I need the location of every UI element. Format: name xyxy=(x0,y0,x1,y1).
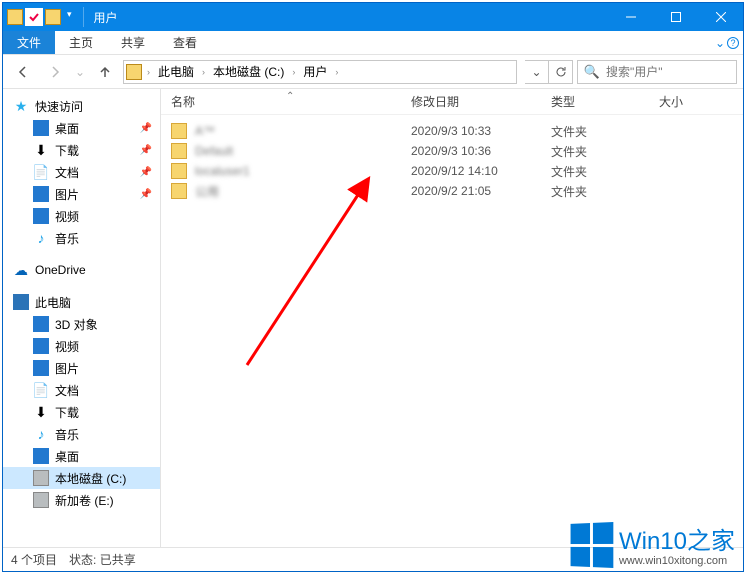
sidebar-item-documents[interactable]: 📄文档 xyxy=(3,379,160,401)
crumb-thispc[interactable]: 此电脑 xyxy=(155,63,197,80)
col-date[interactable]: 修改日期 xyxy=(411,93,551,110)
list-item[interactable]: localuser12020/9/12 14:10文件夹 xyxy=(161,161,743,181)
qa-selected-icon[interactable] xyxy=(26,9,42,25)
sidebar-this-pc[interactable]: 此电脑 xyxy=(3,291,160,313)
sidebar-item-desktop[interactable]: 桌面 xyxy=(3,445,160,467)
title-bar: ▾ 用户 xyxy=(3,3,743,31)
address-dropdown[interactable]: ⌄ xyxy=(525,60,549,84)
sidebar-item-pictures[interactable]: 图片 xyxy=(3,357,160,379)
back-button[interactable] xyxy=(9,59,37,85)
pin-icon: 📌 xyxy=(140,189,152,200)
tab-view[interactable]: 查看 xyxy=(159,31,211,54)
document-icon: 📄 xyxy=(33,164,49,180)
crumb-users[interactable]: 用户 xyxy=(300,63,330,80)
sidebar-item-downloads[interactable]: ⬇下载📌 xyxy=(3,139,160,161)
column-headers: 名称 修改日期 类型 大小 xyxy=(161,89,743,115)
folder-icon xyxy=(126,64,142,80)
sidebar-item-3d[interactable]: 3D 对象 xyxy=(3,313,160,335)
sort-indicator-icon: ⌃ xyxy=(286,91,294,102)
refresh-button[interactable] xyxy=(549,60,573,84)
windows-logo-icon xyxy=(571,522,614,568)
3d-icon xyxy=(33,316,49,332)
folder-icon xyxy=(7,9,23,25)
sidebar-quick-access[interactable]: ★快速访问 xyxy=(3,95,160,117)
watermark-url: www.win10xitong.com xyxy=(619,555,727,567)
picture-icon xyxy=(33,360,49,376)
close-button[interactable] xyxy=(698,3,743,31)
help-dropdown[interactable]: ⌄ ? xyxy=(711,31,743,54)
drive-icon xyxy=(33,470,49,486)
tab-home[interactable]: 主页 xyxy=(55,31,107,54)
file-list[interactable]: ⌃ 名称 修改日期 类型 大小 A™2020/9/3 10:33文件夹 Defa… xyxy=(161,89,743,547)
maximize-button[interactable] xyxy=(653,3,698,31)
address-bar[interactable]: › 此电脑 › 本地磁盘 (C:) › 用户 › xyxy=(123,60,517,84)
chevron-right-icon[interactable]: › xyxy=(199,67,208,77)
desktop-icon xyxy=(33,448,49,464)
folder-icon xyxy=(171,183,187,199)
sidebar-item-music[interactable]: ♪音乐 xyxy=(3,227,160,249)
sidebar-item-drive-e[interactable]: 新加卷 (E:) xyxy=(3,489,160,511)
up-button[interactable] xyxy=(91,59,119,85)
navigation-pane[interactable]: ★快速访问 桌面📌 ⬇下载📌 📄文档📌 图片📌 视频 ♪音乐 ☁OneDrive… xyxy=(3,89,161,547)
list-item[interactable]: 公用2020/9/2 21:05文件夹 xyxy=(161,181,743,201)
watermark: Win10之家 www.win10xitong.com xyxy=(569,523,735,567)
monitor-icon xyxy=(13,294,29,310)
chevron-down-icon[interactable]: ▾ xyxy=(64,9,75,25)
pin-icon: 📌 xyxy=(140,123,152,134)
download-icon: ⬇ xyxy=(33,404,49,420)
search-placeholder: 搜索"用户" xyxy=(606,63,663,80)
minimize-button[interactable] xyxy=(608,3,653,31)
forward-button[interactable] xyxy=(41,59,69,85)
sidebar-item-pictures[interactable]: 图片📌 xyxy=(3,183,160,205)
chevron-right-icon[interactable]: › xyxy=(332,67,341,77)
tab-share[interactable]: 共享 xyxy=(107,31,159,54)
watermark-brand: Win10之家 xyxy=(619,529,735,555)
drive-icon xyxy=(33,492,49,508)
document-icon: 📄 xyxy=(33,382,49,398)
chevron-right-icon[interactable]: › xyxy=(144,67,153,77)
chevron-right-icon[interactable]: › xyxy=(289,67,298,77)
ribbon-tabs: 文件 主页 共享 查看 ⌄ ? xyxy=(3,31,743,55)
video-icon xyxy=(33,338,49,354)
music-icon: ♪ xyxy=(33,426,49,442)
download-icon: ⬇ xyxy=(33,142,49,158)
folder-icon xyxy=(171,163,187,179)
star-icon: ★ xyxy=(13,98,29,114)
picture-icon xyxy=(33,186,49,202)
pin-icon: 📌 xyxy=(140,167,152,178)
crumb-drive[interactable]: 本地磁盘 (C:) xyxy=(210,63,287,80)
status-state: 状态: 已共享 xyxy=(69,551,136,568)
col-type[interactable]: 类型 xyxy=(551,93,659,110)
tab-file[interactable]: 文件 xyxy=(3,31,55,54)
recent-dropdown[interactable]: ⌄ xyxy=(73,59,87,85)
cloud-icon: ☁ xyxy=(13,262,29,278)
sidebar-item-music[interactable]: ♪音乐 xyxy=(3,423,160,445)
sidebar-item-desktop[interactable]: 桌面📌 xyxy=(3,117,160,139)
nav-bar: ⌄ › 此电脑 › 本地磁盘 (C:) › 用户 › ⌄ 🔍 搜索"用户" xyxy=(3,55,743,89)
sidebar-item-videos[interactable]: 视频 xyxy=(3,335,160,357)
sidebar-item-documents[interactable]: 📄文档📌 xyxy=(3,161,160,183)
folder-icon xyxy=(171,123,187,139)
window-title: 用户 xyxy=(88,9,118,26)
folder-icon xyxy=(45,9,61,25)
item-count: 4 个项目 xyxy=(11,551,57,568)
list-item[interactable]: A™2020/9/3 10:33文件夹 xyxy=(161,121,743,141)
col-size[interactable]: 大小 xyxy=(659,93,743,110)
sidebar-onedrive[interactable]: ☁OneDrive xyxy=(3,259,160,281)
search-input[interactable]: 🔍 搜索"用户" xyxy=(577,60,737,84)
video-icon xyxy=(33,208,49,224)
list-item[interactable]: Default2020/9/3 10:36文件夹 xyxy=(161,141,743,161)
sidebar-item-videos[interactable]: 视频 xyxy=(3,205,160,227)
search-icon: 🔍 xyxy=(584,64,600,80)
pin-icon: 📌 xyxy=(140,145,152,156)
sidebar-item-drive-c[interactable]: 本地磁盘 (C:) xyxy=(3,467,160,489)
desktop-icon xyxy=(33,120,49,136)
folder-icon xyxy=(171,143,187,159)
music-icon: ♪ xyxy=(33,230,49,246)
sidebar-item-downloads[interactable]: ⬇下载 xyxy=(3,401,160,423)
